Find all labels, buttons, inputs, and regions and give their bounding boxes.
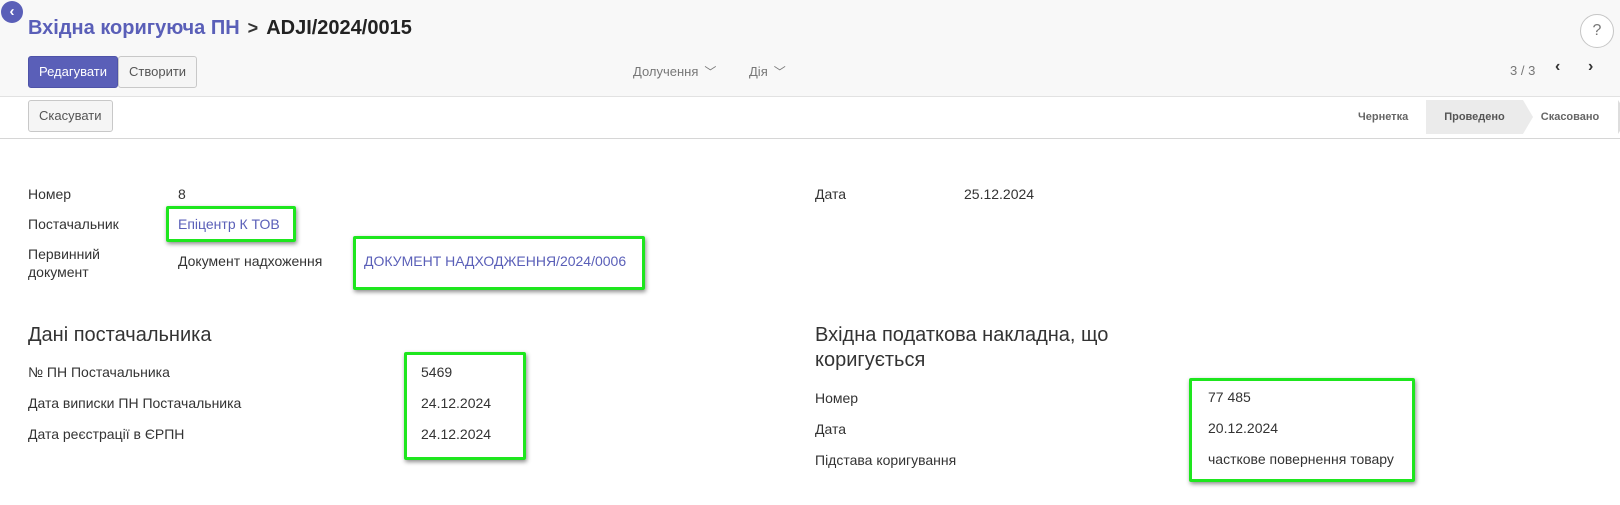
create-button[interactable]: Створити <box>118 56 198 88</box>
supplier-label: Постачальник <box>28 216 119 232</box>
action-dropdown-label: Дія <box>749 64 768 79</box>
supplier-invoice-issue-date-label: Дата виписки ПН Постачальника <box>28 395 242 411</box>
date-label: Дата <box>815 186 847 202</box>
source-document-label: Первинний документ <box>28 246 100 280</box>
attachments-dropdown[interactable]: Долучення ﹀ <box>633 63 716 80</box>
edit-button[interactable]: Редагувати <box>28 56 119 88</box>
form-statusbar: Скасувати Чернетка Проведено Скасовано <box>0 97 1620 139</box>
corrected-invoice-section-title: Вхідна податкова накладна, що коригуєтьс… <box>815 324 1109 371</box>
highlight-box <box>353 236 645 290</box>
chevron-down-icon: ﹀ <box>704 65 717 79</box>
chevron-down-icon: ﹀ <box>773 65 786 79</box>
breadcrumb-separator-icon: > <box>247 18 259 38</box>
number-label: Номер <box>28 186 72 202</box>
number-value: 8 <box>178 186 186 202</box>
pager-counter[interactable]: 3 / 3 <box>1510 63 1535 78</box>
correction-reason-label: Підстава коригування <box>815 452 957 468</box>
action-dropdown[interactable]: Дія ﹀ <box>749 63 786 80</box>
highlight-box <box>404 352 526 460</box>
source-document-type: Документ надхоження <box>178 253 323 269</box>
back-arrow-icon[interactable]: ‹ <box>1 1 23 23</box>
corrected-number-label: Номер <box>815 390 859 406</box>
highlight-box <box>1189 378 1415 482</box>
highlight-box <box>166 206 296 242</box>
breadcrumb-parent-link[interactable]: Вхідна коригуюча ПН <box>28 17 240 40</box>
control-panel: ‹ Вхідна коригуюча ПН > ADJI/2024/0015 ?… <box>0 0 1620 97</box>
attachments-dropdown-label: Долучення <box>633 64 699 79</box>
corrected-date-label: Дата <box>815 421 847 437</box>
supplier-invoice-number-label: № ПН Постачальника <box>28 364 170 380</box>
date-value: 25.12.2024 <box>964 186 1035 202</box>
registration-date-label: Дата реєстрації в ЄРПН <box>28 426 185 442</box>
help-button[interactable]: ? <box>1580 14 1614 48</box>
pager-previous-icon[interactable]: ‹ <box>1555 58 1560 76</box>
breadcrumb-current: ADJI/2024/0015 <box>266 17 412 39</box>
breadcrumb: Вхідна коригуюча ПН > ADJI/2024/0015 <box>28 17 412 40</box>
status-step-cancelled: Скасовано <box>1523 100 1620 134</box>
pager-next-icon[interactable]: › <box>1588 58 1593 76</box>
status-steps: Чернетка Проведено Скасовано <box>1340 100 1620 134</box>
status-step-draft: Чернетка <box>1358 111 1409 123</box>
supplier-data-section-title: Дані постачальника <box>28 324 212 346</box>
status-step-posted: Проведено <box>1426 100 1533 134</box>
cancel-button[interactable]: Скасувати <box>28 100 113 132</box>
